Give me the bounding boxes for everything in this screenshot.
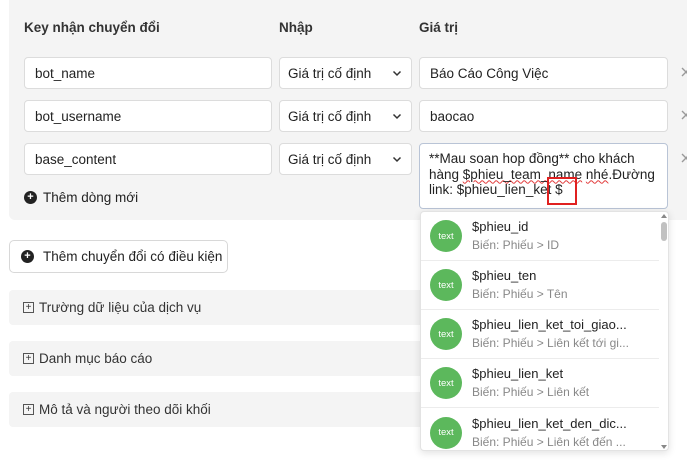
input-type-select-row-2[interactable]: Giá trị cố định bbox=[279, 100, 412, 132]
suggestion-path: Biến: Phiếu > Tên bbox=[472, 287, 568, 301]
text-type-badge: text bbox=[430, 416, 462, 449]
suggestion-path: Biến: Phiếu > Liên kết đến ... bbox=[472, 434, 626, 449]
text-type-badge: text bbox=[430, 220, 462, 252]
remove-row-2-icon[interactable] bbox=[680, 109, 687, 121]
suggestion-item[interactable]: text $phieu_ten Biến: Phiếu > Tên bbox=[421, 261, 659, 310]
header-input: Nhập bbox=[279, 20, 313, 35]
input-type-value: Giá trị cố định bbox=[288, 65, 372, 81]
header-key: Key nhận chuyển đổi bbox=[24, 20, 160, 35]
section-label: Trường dữ liệu của dịch vụ bbox=[39, 300, 202, 315]
suggestion-item[interactable]: text $phieu_lien_ket_den_dic... Biến: Ph… bbox=[421, 408, 659, 450]
expand-plus-icon: + bbox=[23, 302, 34, 313]
key-input-row-1[interactable]: bot_name bbox=[24, 57, 272, 89]
key-input-row-3[interactable]: base_content bbox=[24, 143, 272, 175]
text-type-badge: text bbox=[430, 269, 462, 301]
text-type-badge: text bbox=[430, 367, 462, 399]
plus-circle-icon: + bbox=[21, 250, 34, 263]
suggestion-path: Biến: Phiếu > Liên kết tới gi... bbox=[472, 336, 629, 350]
key-input-row-2[interactable]: bot_username bbox=[24, 100, 272, 132]
add-row-button[interactable]: + Thêm dòng mới bbox=[24, 190, 138, 205]
suggestion-item[interactable]: text $phieu_lien_ket Biến: Phiếu > Liên … bbox=[421, 359, 659, 408]
section-description-followers[interactable]: + Mô tả và người theo dõi khối bbox=[9, 392, 429, 427]
suggestion-name: $phieu_lien_ket_den_dic... bbox=[472, 415, 627, 431]
input-type-select-row-3[interactable]: Giá trị cố định bbox=[279, 143, 412, 175]
chevron-down-icon bbox=[392, 70, 402, 77]
value-input-row-1[interactable]: Báo Cáo Công Việc bbox=[419, 57, 668, 89]
remove-row-3-icon[interactable] bbox=[680, 152, 687, 164]
suggestion-path: Biến: Phiếu > ID bbox=[472, 238, 560, 252]
suggestion-name: $phieu_lien_ket bbox=[472, 366, 564, 381]
input-type-value: Giá trị cố định bbox=[288, 108, 372, 124]
plus-circle-icon: + bbox=[24, 191, 37, 204]
chevron-down-icon bbox=[392, 113, 402, 120]
header-value: Giá trị bbox=[419, 20, 459, 35]
add-row-label: Thêm dòng mới bbox=[43, 190, 139, 205]
scroll-down-arrow-icon[interactable] bbox=[661, 445, 667, 449]
suggestion-item[interactable]: text $phieu_lien_ket_toi_giao... Biến: P… bbox=[421, 310, 659, 359]
suggestion-name: $phieu_id bbox=[472, 219, 529, 234]
section-service-data-fields[interactable]: + Trường dữ liệu của dịch vụ bbox=[9, 290, 429, 325]
conditional-button-label: Thêm chuyển đổi có điều kiện bbox=[43, 249, 223, 264]
cursor-highlight-box bbox=[547, 177, 577, 205]
section-report-category[interactable]: + Danh mục báo cáo bbox=[9, 341, 429, 376]
variable-suggestion-dropdown[interactable]: text $phieu_id Biến: Phiếu > ID text $ph… bbox=[420, 211, 669, 451]
expand-plus-icon: + bbox=[23, 353, 34, 364]
section-label: Danh mục báo cáo bbox=[39, 351, 153, 366]
dropdown-scrollbar[interactable] bbox=[659, 212, 668, 450]
section-label: Mô tả và người theo dõi khối bbox=[39, 402, 211, 417]
scrollbar-thumb[interactable] bbox=[661, 222, 667, 241]
suggestion-name: $phieu_ten bbox=[472, 268, 537, 283]
text-type-badge: text bbox=[430, 318, 462, 350]
input-type-select-row-1[interactable]: Giá trị cố định bbox=[279, 57, 412, 89]
input-type-value: Giá trị cố định bbox=[288, 151, 372, 167]
add-conditional-mapping-button[interactable]: + Thêm chuyển đổi có điều kiện bbox=[9, 240, 228, 273]
scroll-up-arrow-icon[interactable] bbox=[661, 214, 667, 218]
chevron-down-icon bbox=[392, 156, 402, 163]
suggestion-name: $phieu_lien_ket_toi_giao... bbox=[472, 317, 627, 332]
value-textarea-row-3[interactable]: **Mau soan hop đồng** cho khách hàng $ph… bbox=[419, 143, 668, 209]
value-input-row-2[interactable]: baocao bbox=[419, 100, 668, 132]
content-word-nhe: nhé bbox=[585, 166, 609, 182]
suggestion-path: Biến: Phiếu > Liên kết bbox=[472, 385, 590, 399]
expand-plus-icon: + bbox=[23, 404, 34, 415]
suggestion-item[interactable]: text $phieu_id Biến: Phiếu > ID bbox=[421, 212, 659, 261]
remove-row-1-icon[interactable] bbox=[680, 66, 687, 78]
